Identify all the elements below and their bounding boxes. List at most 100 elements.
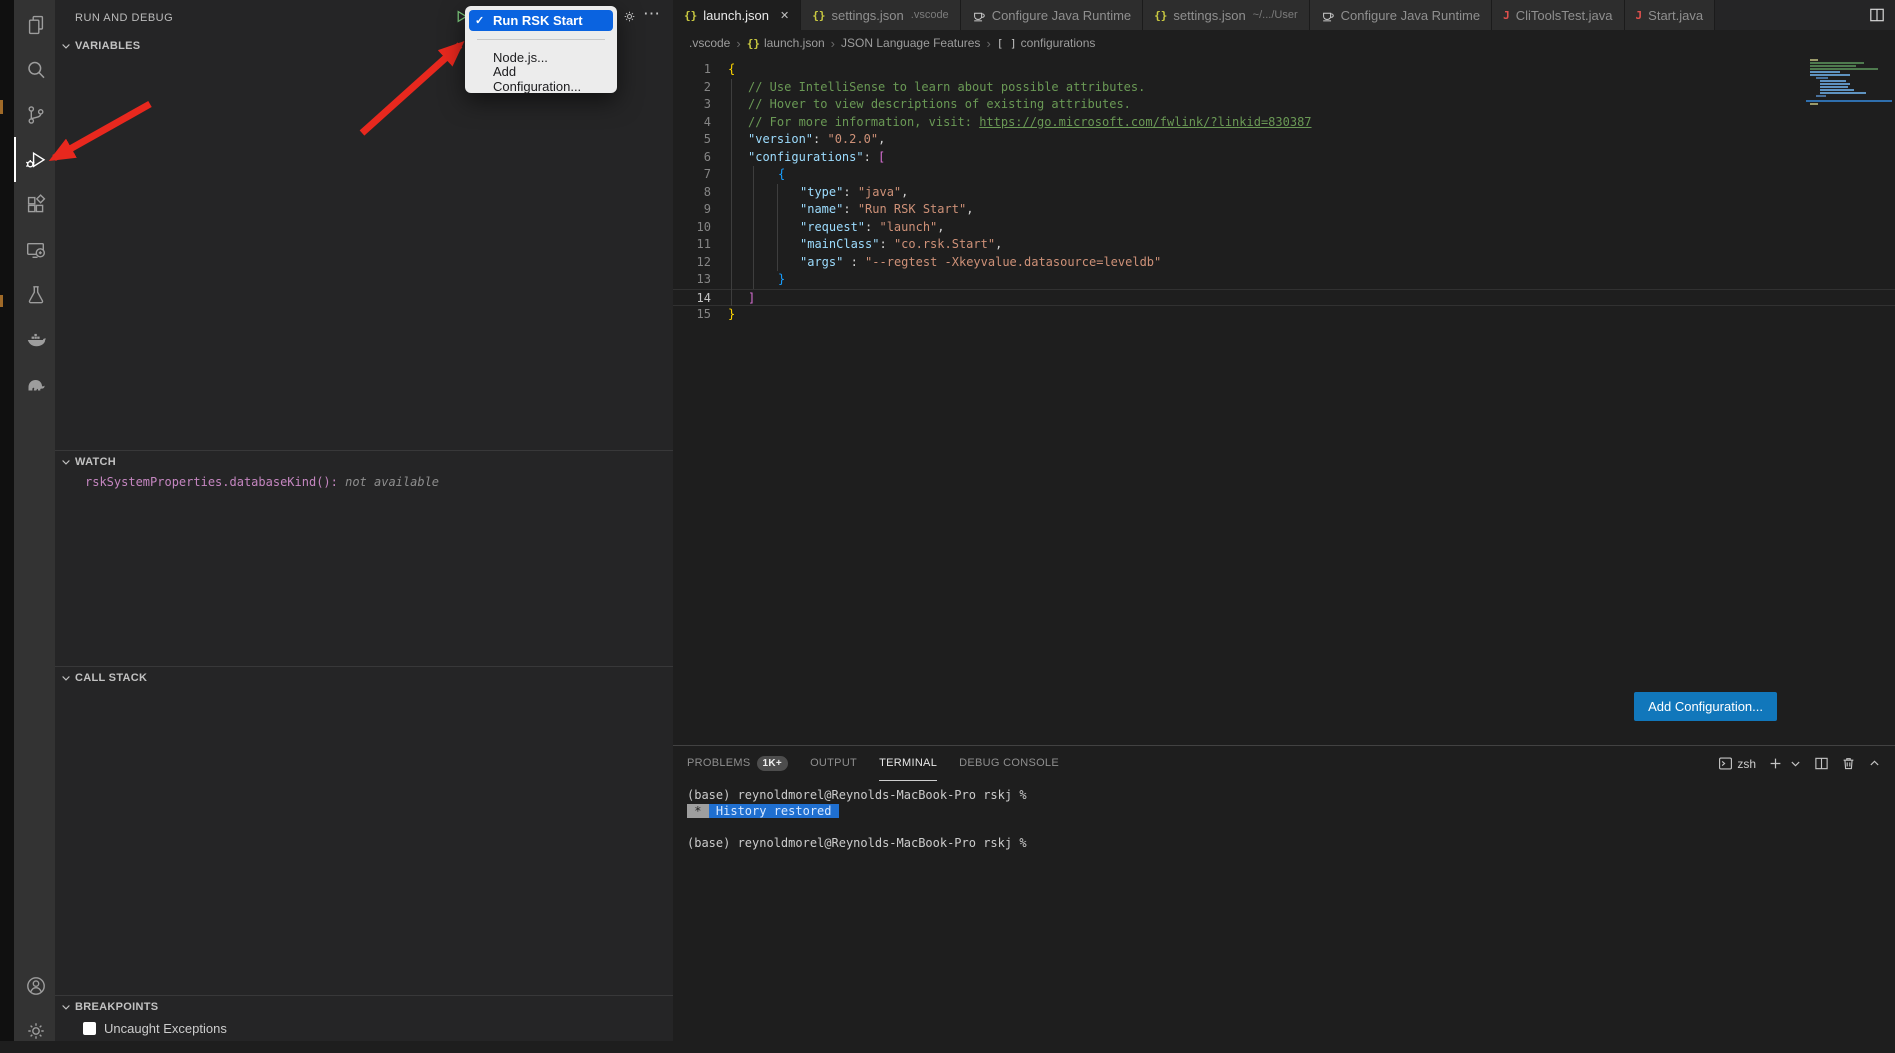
gear-icon bbox=[24, 1019, 48, 1043]
breadcrumb-separator: › bbox=[736, 36, 740, 51]
chevron-down-icon bbox=[60, 1001, 72, 1013]
maximize-panel-chevron-icon[interactable] bbox=[1868, 757, 1881, 770]
call-stack-section-header[interactable]: CALL STACK bbox=[55, 667, 673, 689]
terminal-output[interactable]: (base) reynoldmorel@Reynolds-MacBook-Pro… bbox=[673, 781, 1895, 851]
indent-guide bbox=[731, 79, 732, 307]
breadcrumb-item--vscode[interactable]: .vscode bbox=[689, 36, 730, 50]
shell-label[interactable]: zsh bbox=[1737, 757, 1756, 771]
code-text: "request": "launch", bbox=[728, 219, 945, 237]
code-line-4: 4// For more information, visit: https:/… bbox=[673, 114, 1895, 132]
terminal-line: (base) reynoldmorel@Reynolds-MacBook-Pro… bbox=[687, 787, 1895, 803]
panel-tabs: PROBLEMS 1K+ OUTPUT TERMINAL DEBUG CONSOLE bbox=[687, 746, 1059, 781]
breadcrumb-item-configurations[interactable]: [ ]configurations bbox=[997, 36, 1096, 50]
elephant-icon bbox=[24, 373, 48, 397]
panel-tab-debug-console[interactable]: DEBUG CONSOLE bbox=[959, 746, 1059, 781]
java-cup-icon bbox=[1321, 8, 1335, 22]
breakpoint-row-uncaught-exceptions: Uncaught Exceptions bbox=[55, 1021, 673, 1036]
activity-item-testing[interactable] bbox=[14, 272, 55, 317]
add-configuration-button[interactable]: Add Configuration... bbox=[1634, 692, 1777, 721]
code-line-1: 1{ bbox=[673, 61, 1895, 79]
menu-item-add-configuration[interactable]: Add Configuration... bbox=[469, 68, 613, 89]
code-line-2: 2// Use IntelliSense to learn about poss… bbox=[673, 79, 1895, 97]
code-text: // For more information, visit: https://… bbox=[728, 114, 1312, 132]
tab-launch-json[interactable]: {}launch.json✕ bbox=[673, 0, 801, 30]
panel-tab-terminal[interactable]: TERMINAL bbox=[879, 746, 937, 781]
vscode-window: RUN AND DEBUG ⋯ VARIABLES WATCH rskSyste… bbox=[0, 0, 1895, 1041]
code-line-15: 15} bbox=[673, 306, 1895, 324]
tab-settings-json[interactable]: {}settings.json~/.../User bbox=[1143, 0, 1309, 30]
activity-item-explorer[interactable] bbox=[14, 2, 55, 47]
terminal-line bbox=[687, 819, 1895, 835]
code-text: // Use IntelliSense to learn about possi… bbox=[728, 79, 1145, 97]
line-number: 8 bbox=[673, 184, 711, 202]
uncaught-exceptions-checkbox[interactable] bbox=[83, 1022, 96, 1035]
sliver-mark bbox=[0, 295, 3, 307]
beaker-icon bbox=[24, 283, 48, 307]
panel-tab-label: PROBLEMS bbox=[687, 757, 751, 769]
split-terminal-icon[interactable] bbox=[1814, 756, 1829, 771]
terminal-badge: History restored bbox=[709, 804, 839, 818]
tab-label: Configure Java Runtime bbox=[1341, 8, 1480, 23]
code-line-8: 8"type": "java", bbox=[673, 184, 1895, 202]
activity-item-run-and-debug[interactable] bbox=[14, 137, 55, 182]
editor-tab-bar: {}launch.json✕{}settings.json.vscodeConf… bbox=[673, 0, 1895, 30]
close-icon[interactable]: ✕ bbox=[780, 9, 789, 22]
tab-label: settings.json bbox=[832, 8, 904, 23]
minimap[interactable] bbox=[1805, 59, 1893, 105]
line-number: 14 bbox=[673, 290, 711, 306]
breakpoints-section: BREAKPOINTS Uncaught Exceptions bbox=[55, 995, 673, 1041]
menu-separator bbox=[477, 39, 605, 40]
watch-expression: rskSystemProperties.databaseKind(): bbox=[85, 475, 338, 489]
panel-tab-bar: PROBLEMS 1K+ OUTPUT TERMINAL DEBUG CONSOLE z… bbox=[673, 746, 1895, 781]
breakpoints-section-header[interactable]: BREAKPOINTS bbox=[55, 996, 673, 1018]
views-more-actions-icon[interactable]: ⋯ bbox=[643, 4, 661, 24]
breadcrumb-label: .vscode bbox=[689, 36, 730, 50]
code-line-9: 9"name": "Run RSK Start", bbox=[673, 201, 1895, 219]
menu-item-run-rsk-start[interactable]: ✓ Run RSK Start bbox=[469, 10, 613, 31]
line-number: 3 bbox=[673, 96, 711, 114]
activity-item-source-control[interactable] bbox=[14, 92, 55, 137]
panel-tab-label: DEBUG CONSOLE bbox=[959, 757, 1059, 769]
activity-item-settings[interactable] bbox=[14, 1008, 55, 1053]
watch-section-header[interactable]: WATCH bbox=[55, 451, 673, 473]
tab-configure-java-runtime[interactable]: Configure Java Runtime bbox=[961, 0, 1143, 30]
code-line-12: 12"args" : "--regtest -Xkeyvalue.datasou… bbox=[673, 254, 1895, 272]
java-file-icon: J bbox=[1503, 9, 1510, 22]
tab-start-java[interactable]: JStart.java bbox=[1625, 0, 1716, 30]
activity-item-docker[interactable] bbox=[14, 317, 55, 362]
breadcrumb-label: launch.json bbox=[764, 36, 825, 50]
code-text: "name": "Run RSK Start", bbox=[728, 201, 973, 219]
activity-item-extensions[interactable] bbox=[14, 182, 55, 227]
activity-item-search[interactable] bbox=[14, 47, 55, 92]
new-terminal-icon[interactable] bbox=[1768, 756, 1783, 771]
tab-clitoolstest-java[interactable]: JCliToolsTest.java bbox=[1492, 0, 1624, 30]
code-editor[interactable]: 1{2// Use IntelliSense to learn about po… bbox=[673, 56, 1895, 745]
tab-settings-json[interactable]: {}settings.json.vscode bbox=[801, 0, 960, 30]
code-line-7: 7{ bbox=[673, 166, 1895, 184]
checkmark-icon: ✓ bbox=[475, 14, 488, 27]
breadcrumb-item-json-language-features[interactable]: JSON Language Features bbox=[841, 36, 980, 50]
activity-item-accounts[interactable] bbox=[14, 963, 55, 1008]
problems-count-badge: 1K+ bbox=[757, 756, 789, 771]
json-braces-icon: {} bbox=[812, 9, 825, 22]
chevron-down-icon bbox=[60, 672, 72, 684]
activity-item-gradle[interactable] bbox=[14, 362, 55, 407]
code-text: "version": "0.2.0", bbox=[728, 131, 885, 149]
line-number: 11 bbox=[673, 236, 711, 254]
code-line-11: 11"mainClass": "co.rsk.Start", bbox=[673, 236, 1895, 254]
split-editor-icon[interactable] bbox=[1859, 0, 1895, 30]
tab-configure-java-runtime[interactable]: Configure Java Runtime bbox=[1310, 0, 1492, 30]
panel-tab-output[interactable]: OUTPUT bbox=[810, 746, 857, 781]
background-window-sliver bbox=[0, 0, 14, 1041]
terminal-badge: * bbox=[687, 804, 709, 818]
breadcrumb-item-launch-json[interactable]: {}launch.json bbox=[747, 36, 825, 50]
search-icon bbox=[24, 58, 48, 82]
terminal-line: (base) reynoldmorel@Reynolds-MacBook-Pro… bbox=[687, 835, 1895, 851]
debug-settings-gear-icon[interactable] bbox=[622, 9, 637, 27]
kill-terminal-trash-icon[interactable] bbox=[1841, 756, 1856, 771]
activity-item-remote-explorer[interactable] bbox=[14, 227, 55, 272]
uncaught-exceptions-label: Uncaught Exceptions bbox=[104, 1021, 227, 1036]
launch-profile-chevron-icon[interactable] bbox=[1789, 757, 1802, 770]
watch-expression-row[interactable]: rskSystemProperties.databaseKind(): not … bbox=[55, 475, 673, 489]
panel-tab-problems[interactable]: PROBLEMS 1K+ bbox=[687, 746, 788, 781]
